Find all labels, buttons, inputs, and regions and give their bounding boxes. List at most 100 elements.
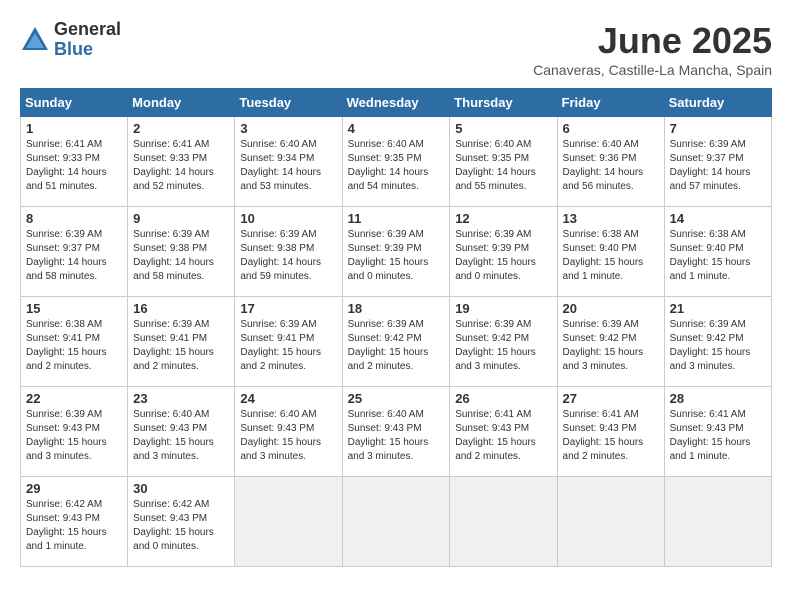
day-info: Sunrise: 6:38 AM Sunset: 9:41 PM Dayligh…	[26, 318, 122, 374]
calendar-cell	[342, 477, 450, 567]
day-number: 4	[348, 121, 445, 136]
calendar-cell: 10 Sunrise: 6:39 AM Sunset: 9:38 PM Dayli…	[235, 207, 342, 297]
calendar-cell: 2 Sunrise: 6:41 AM Sunset: 9:33 PM Daylig…	[128, 117, 235, 207]
day-info: Sunrise: 6:39 AM Sunset: 9:42 PM Dayligh…	[348, 318, 445, 374]
month-title: June 2025	[533, 20, 772, 62]
day-number: 6	[563, 121, 659, 136]
calendar-cell: 21Sunrise: 6:39 AM Sunset: 9:42 PM Dayli…	[664, 297, 771, 387]
day-info: Sunrise: 6:40 AM Sunset: 9:43 PM Dayligh…	[240, 408, 336, 464]
calendar-week-5: 29 Sunrise: 6:42 AM Sunset: 9:43 PM Dayli…	[21, 477, 772, 567]
day-number: 14	[670, 211, 766, 226]
day-info: Sunrise: 6:41 AM Sunset: 9:33 PM Dayligh…	[26, 138, 122, 194]
calendar-cell: 22 Sunrise: 6:39 AM Sunset: 9:43 PM Dayli…	[21, 387, 128, 477]
calendar-cell	[450, 477, 557, 567]
day-info: Sunrise: 6:41 AM Sunset: 9:43 PM Dayligh…	[563, 408, 659, 464]
day-info: Sunrise: 6:39 AM Sunset: 9:42 PM Dayligh…	[563, 318, 659, 374]
day-info: Sunrise: 6:40 AM Sunset: 9:35 PM Dayligh…	[455, 138, 551, 194]
calendar-cell: 29Sunrise: 6:42 AM Sunset: 9:43 PM Dayli…	[21, 477, 128, 567]
day-number: 10	[240, 211, 336, 226]
logo-icon	[20, 25, 50, 55]
day-number: 30	[133, 481, 229, 496]
calendar-cell: 27 Sunrise: 6:41 AM Sunset: 9:43 PM Dayli…	[557, 387, 664, 477]
day-info: Sunrise: 6:40 AM Sunset: 9:43 PM Dayligh…	[133, 408, 229, 464]
day-number: 9	[133, 211, 229, 226]
day-number: 26	[455, 391, 551, 406]
day-number: 27	[563, 391, 659, 406]
day-number: 28	[670, 391, 766, 406]
day-number: 20	[563, 301, 659, 316]
day-number: 2	[133, 121, 229, 136]
day-number: 23	[133, 391, 229, 406]
calendar-cell: 3Sunrise: 6:40 AM Sunset: 9:34 PM Daylig…	[235, 117, 342, 207]
day-info: Sunrise: 6:40 AM Sunset: 9:43 PM Dayligh…	[348, 408, 445, 464]
calendar-cell: 12 Sunrise: 6:39 AM Sunset: 9:39 PM Dayli…	[450, 207, 557, 297]
calendar-cell: 20 Sunrise: 6:39 AM Sunset: 9:42 PM Dayli…	[557, 297, 664, 387]
calendar-body: 1 Sunrise: 6:41 AM Sunset: 9:33 PM Daylig…	[21, 117, 772, 567]
day-info: Sunrise: 6:39 AM Sunset: 9:42 PM Dayligh…	[670, 318, 766, 374]
calendar-header-monday: Monday	[128, 89, 235, 117]
calendar-cell: 28 Sunrise: 6:41 AM Sunset: 9:43 PM Dayli…	[664, 387, 771, 477]
logo-blue: Blue	[54, 40, 121, 60]
day-number: 8	[26, 211, 122, 226]
calendar-header-saturday: Saturday	[664, 89, 771, 117]
calendar-cell: 7Sunrise: 6:39 AM Sunset: 9:37 PM Daylig…	[664, 117, 771, 207]
title-block: June 2025 Canaveras, Castille-La Mancha,…	[533, 20, 772, 78]
calendar-cell: 23 Sunrise: 6:40 AM Sunset: 9:43 PM Dayli…	[128, 387, 235, 477]
day-info: Sunrise: 6:42 AM Sunset: 9:43 PM Dayligh…	[133, 498, 229, 554]
logo: General Blue	[20, 20, 121, 60]
day-info: Sunrise: 6:38 AM Sunset: 9:40 PM Dayligh…	[670, 228, 766, 284]
day-info: Sunrise: 6:39 AM Sunset: 9:39 PM Dayligh…	[455, 228, 551, 284]
day-info: Sunrise: 6:41 AM Sunset: 9:33 PM Dayligh…	[133, 138, 229, 194]
day-info: Sunrise: 6:39 AM Sunset: 9:39 PM Dayligh…	[348, 228, 445, 284]
calendar-cell: 1 Sunrise: 6:41 AM Sunset: 9:33 PM Daylig…	[21, 117, 128, 207]
logo-text: General Blue	[54, 20, 121, 60]
day-number: 19	[455, 301, 551, 316]
day-number: 15	[26, 301, 122, 316]
calendar-cell: 18 Sunrise: 6:39 AM Sunset: 9:42 PM Dayli…	[342, 297, 450, 387]
calendar-header-tuesday: Tuesday	[235, 89, 342, 117]
calendar-week-1: 1 Sunrise: 6:41 AM Sunset: 9:33 PM Daylig…	[21, 117, 772, 207]
day-info: Sunrise: 6:40 AM Sunset: 9:36 PM Dayligh…	[563, 138, 659, 194]
page-header: General Blue June 2025 Canaveras, Castil…	[20, 20, 772, 78]
day-info: Sunrise: 6:39 AM Sunset: 9:38 PM Dayligh…	[240, 228, 336, 284]
day-number: 25	[348, 391, 445, 406]
calendar-cell: 16Sunrise: 6:39 AM Sunset: 9:41 PM Dayli…	[128, 297, 235, 387]
calendar-header-row: SundayMondayTuesdayWednesdayThursdayFrid…	[21, 89, 772, 117]
calendar-cell: 17Sunrise: 6:39 AM Sunset: 9:41 PM Dayli…	[235, 297, 342, 387]
calendar-header-sunday: Sunday	[21, 89, 128, 117]
day-number: 22	[26, 391, 122, 406]
day-info: Sunrise: 6:41 AM Sunset: 9:43 PM Dayligh…	[455, 408, 551, 464]
calendar-cell: 6 Sunrise: 6:40 AM Sunset: 9:36 PM Daylig…	[557, 117, 664, 207]
day-info: Sunrise: 6:39 AM Sunset: 9:43 PM Dayligh…	[26, 408, 122, 464]
day-number: 12	[455, 211, 551, 226]
calendar-cell: 13Sunrise: 6:38 AM Sunset: 9:40 PM Dayli…	[557, 207, 664, 297]
day-number: 29	[26, 481, 122, 496]
calendar-cell: 25 Sunrise: 6:40 AM Sunset: 9:43 PM Dayli…	[342, 387, 450, 477]
day-info: Sunrise: 6:39 AM Sunset: 9:37 PM Dayligh…	[26, 228, 122, 284]
day-info: Sunrise: 6:39 AM Sunset: 9:42 PM Dayligh…	[455, 318, 551, 374]
calendar-cell: 14 Sunrise: 6:38 AM Sunset: 9:40 PM Dayli…	[664, 207, 771, 297]
day-number: 1	[26, 121, 122, 136]
day-number: 17	[240, 301, 336, 316]
calendar-cell: 4 Sunrise: 6:40 AM Sunset: 9:35 PM Daylig…	[342, 117, 450, 207]
day-number: 5	[455, 121, 551, 136]
day-info: Sunrise: 6:39 AM Sunset: 9:38 PM Dayligh…	[133, 228, 229, 284]
day-info: Sunrise: 6:38 AM Sunset: 9:40 PM Dayligh…	[563, 228, 659, 284]
day-number: 24	[240, 391, 336, 406]
calendar-cell: 11 Sunrise: 6:39 AM Sunset: 9:39 PM Dayli…	[342, 207, 450, 297]
calendar-cell: 19 Sunrise: 6:39 AM Sunset: 9:42 PM Dayli…	[450, 297, 557, 387]
calendar-week-3: 15 Sunrise: 6:38 AM Sunset: 9:41 PM Dayli…	[21, 297, 772, 387]
day-number: 11	[348, 211, 445, 226]
calendar-table: SundayMondayTuesdayWednesdayThursdayFrid…	[20, 88, 772, 567]
calendar-cell: 8 Sunrise: 6:39 AM Sunset: 9:37 PM Daylig…	[21, 207, 128, 297]
logo-general: General	[54, 20, 121, 40]
day-info: Sunrise: 6:39 AM Sunset: 9:41 PM Dayligh…	[133, 318, 229, 374]
day-info: Sunrise: 6:41 AM Sunset: 9:43 PM Dayligh…	[670, 408, 766, 464]
day-info: Sunrise: 6:40 AM Sunset: 9:35 PM Dayligh…	[348, 138, 445, 194]
day-number: 18	[348, 301, 445, 316]
calendar-header-thursday: Thursday	[450, 89, 557, 117]
calendar-header-wednesday: Wednesday	[342, 89, 450, 117]
calendar-header-friday: Friday	[557, 89, 664, 117]
calendar-week-2: 8 Sunrise: 6:39 AM Sunset: 9:37 PM Daylig…	[21, 207, 772, 297]
calendar-cell: 5 Sunrise: 6:40 AM Sunset: 9:35 PM Daylig…	[450, 117, 557, 207]
